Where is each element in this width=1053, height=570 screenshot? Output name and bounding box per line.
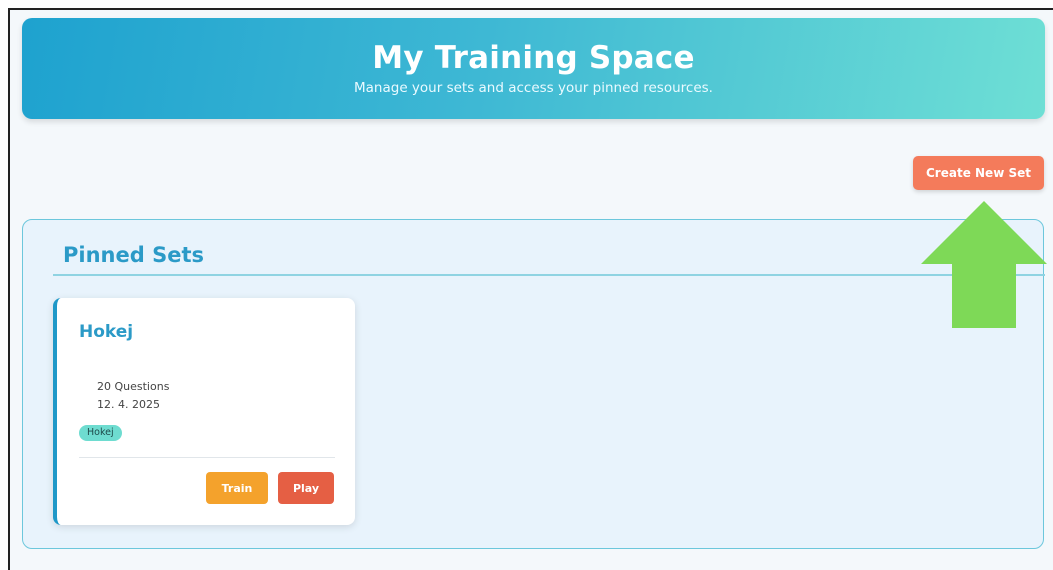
set-tag[interactable]: Hokej (79, 425, 122, 441)
section-divider (53, 274, 1045, 276)
card-divider (79, 457, 335, 458)
question-count: 20 Questions (97, 380, 170, 393)
page-title: My Training Space (372, 40, 695, 76)
set-card[interactable]: Hokej 20 Questions 12. 4. 2025 Hokej Tra… (53, 298, 355, 525)
set-card-title[interactable]: Hokej (79, 322, 133, 342)
pinned-sets-section: Pinned Sets Hokej 20 Questions 12. 4. 20… (22, 219, 1045, 549)
set-date: 12. 4. 2025 (97, 398, 160, 411)
page-header: My Training Space Manage your sets and a… (22, 18, 1045, 119)
train-button[interactable]: Train (206, 472, 268, 504)
pinned-sets-title: Pinned Sets (63, 243, 204, 267)
arrow-up-shape (921, 201, 1047, 328)
set-card-meta: 20 Questions 12. 4. 2025 (97, 378, 169, 414)
arrow-up-icon (921, 201, 1047, 328)
play-button[interactable]: Play (278, 472, 334, 504)
page-subtitle: Manage your sets and access your pinned … (354, 80, 713, 96)
create-new-set-button[interactable]: Create New Set (913, 156, 1044, 190)
